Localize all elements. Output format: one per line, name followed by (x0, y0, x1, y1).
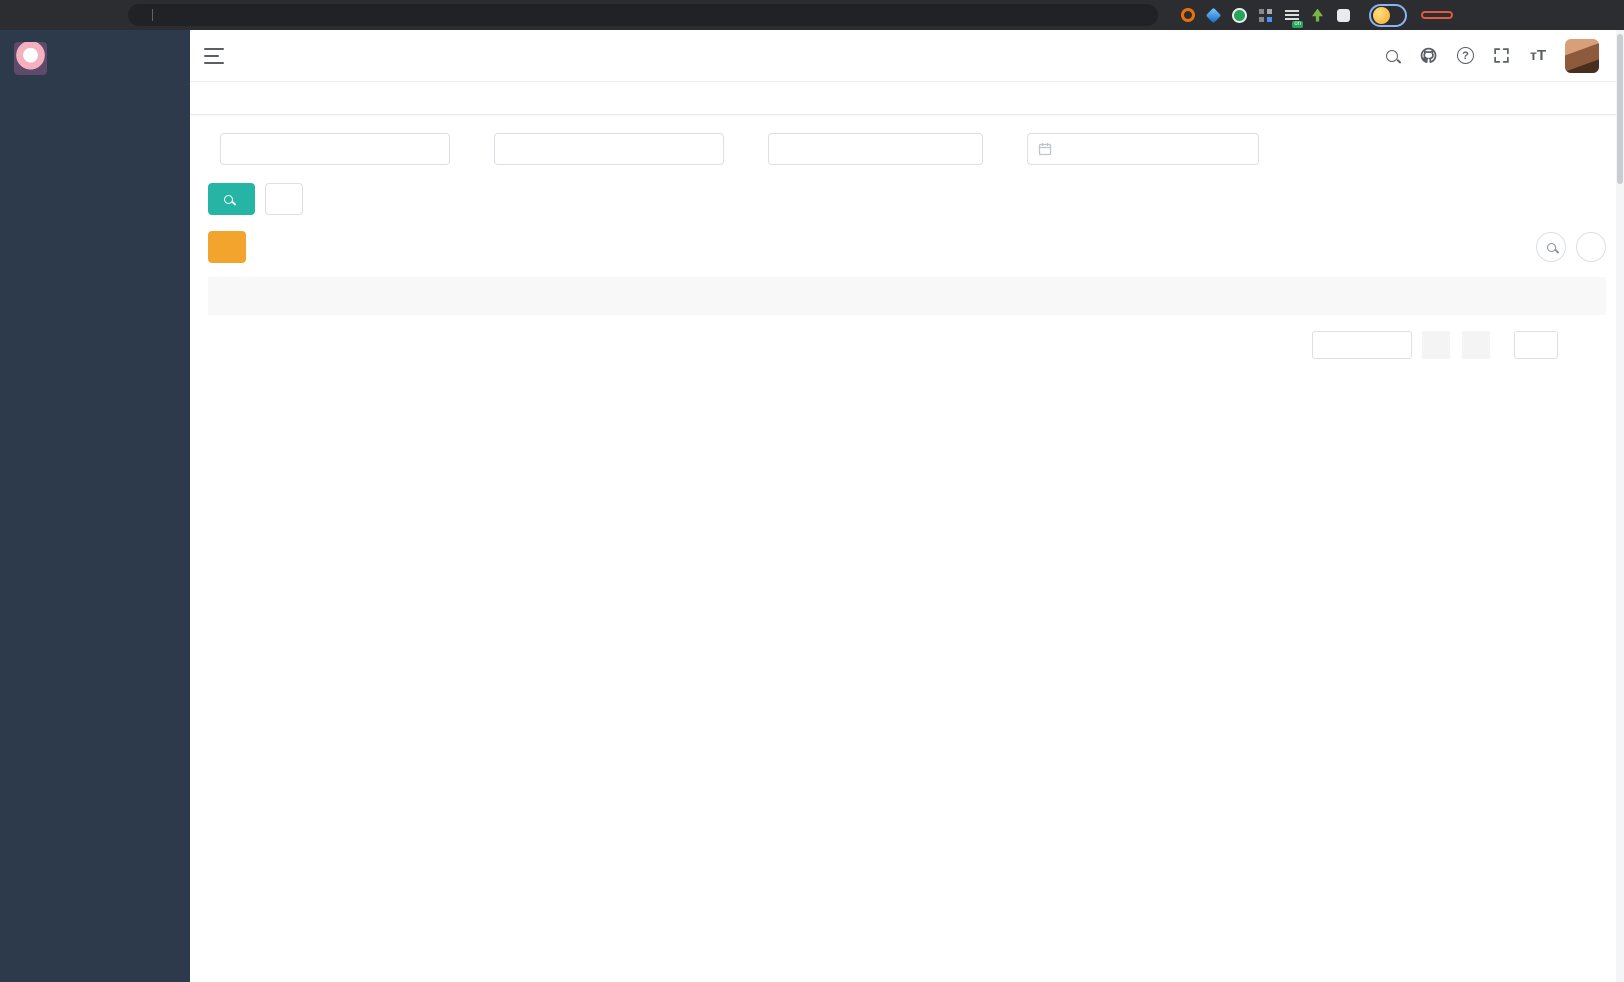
font-size-icon[interactable]: тT (1530, 47, 1546, 64)
search-button-icon (224, 195, 233, 204)
prev-page-button[interactable] (1422, 331, 1450, 359)
tags-view-bar (190, 82, 1624, 115)
table-header-row (208, 277, 1606, 315)
table-toolbar (208, 231, 1606, 263)
plant-extension-icon[interactable] (1310, 8, 1325, 23)
export-button[interactable] (208, 231, 246, 263)
browser-profile-badge[interactable] (1369, 4, 1407, 27)
orange-extension-icon[interactable] (1180, 8, 1195, 23)
page-size-select[interactable] (1312, 331, 1412, 359)
user-avatar[interactable] (1565, 39, 1599, 73)
address-bar[interactable] (128, 4, 1158, 26)
app-root: on (0, 0, 1624, 982)
sidebar (0, 30, 190, 982)
fullscreen-icon[interactable] (1493, 47, 1511, 65)
toggle-search-circle-button[interactable] (1536, 232, 1566, 262)
topbar-actions: ? тT (1383, 39, 1610, 73)
username-input[interactable] (494, 133, 724, 165)
app-logo (14, 42, 47, 75)
hamburger-icon[interactable] (204, 48, 224, 64)
url-divider (152, 9, 153, 21)
login-address-input[interactable] (220, 133, 450, 165)
browser-toolbar: on (0, 0, 1624, 30)
sidebar-logo-row[interactable] (0, 30, 190, 86)
search-icon[interactable] (1383, 47, 1401, 65)
status-select[interactable] (768, 133, 983, 165)
calendar-icon (1038, 142, 1052, 156)
puzzle-extension-icon[interactable] (1336, 8, 1351, 23)
next-page-button[interactable] (1462, 331, 1490, 359)
grid-extension-icon[interactable] (1258, 8, 1273, 23)
scrollbar-thumb[interactable] (1617, 34, 1623, 184)
refresh-circle-button[interactable] (1576, 232, 1606, 262)
pagination (208, 331, 1606, 359)
help-icon[interactable]: ? (1457, 47, 1474, 64)
filter-form (208, 133, 1606, 165)
main-area: ? тT (190, 30, 1624, 982)
extensions-row: on (1180, 8, 1351, 23)
date-range-picker[interactable] (1027, 133, 1259, 165)
page-scrollbar[interactable] (1616, 30, 1624, 982)
browser-update-button[interactable] (1421, 11, 1453, 19)
goto-page-input[interactable] (1514, 331, 1558, 359)
page-content (190, 115, 1624, 377)
top-navbar: ? тT (190, 30, 1624, 82)
green-circle-extension-icon[interactable] (1232, 8, 1247, 23)
list-on-extension-icon[interactable]: on (1284, 8, 1299, 23)
reset-button[interactable] (265, 183, 303, 215)
search-actions (208, 183, 1606, 215)
github-icon[interactable] (1420, 47, 1438, 65)
blue-gem-extension-icon[interactable] (1206, 8, 1221, 23)
login-log-table (208, 277, 1606, 315)
browser-profile-avatar (1373, 7, 1390, 24)
search-button[interactable] (208, 183, 255, 215)
status-select-input[interactable] (768, 133, 983, 165)
